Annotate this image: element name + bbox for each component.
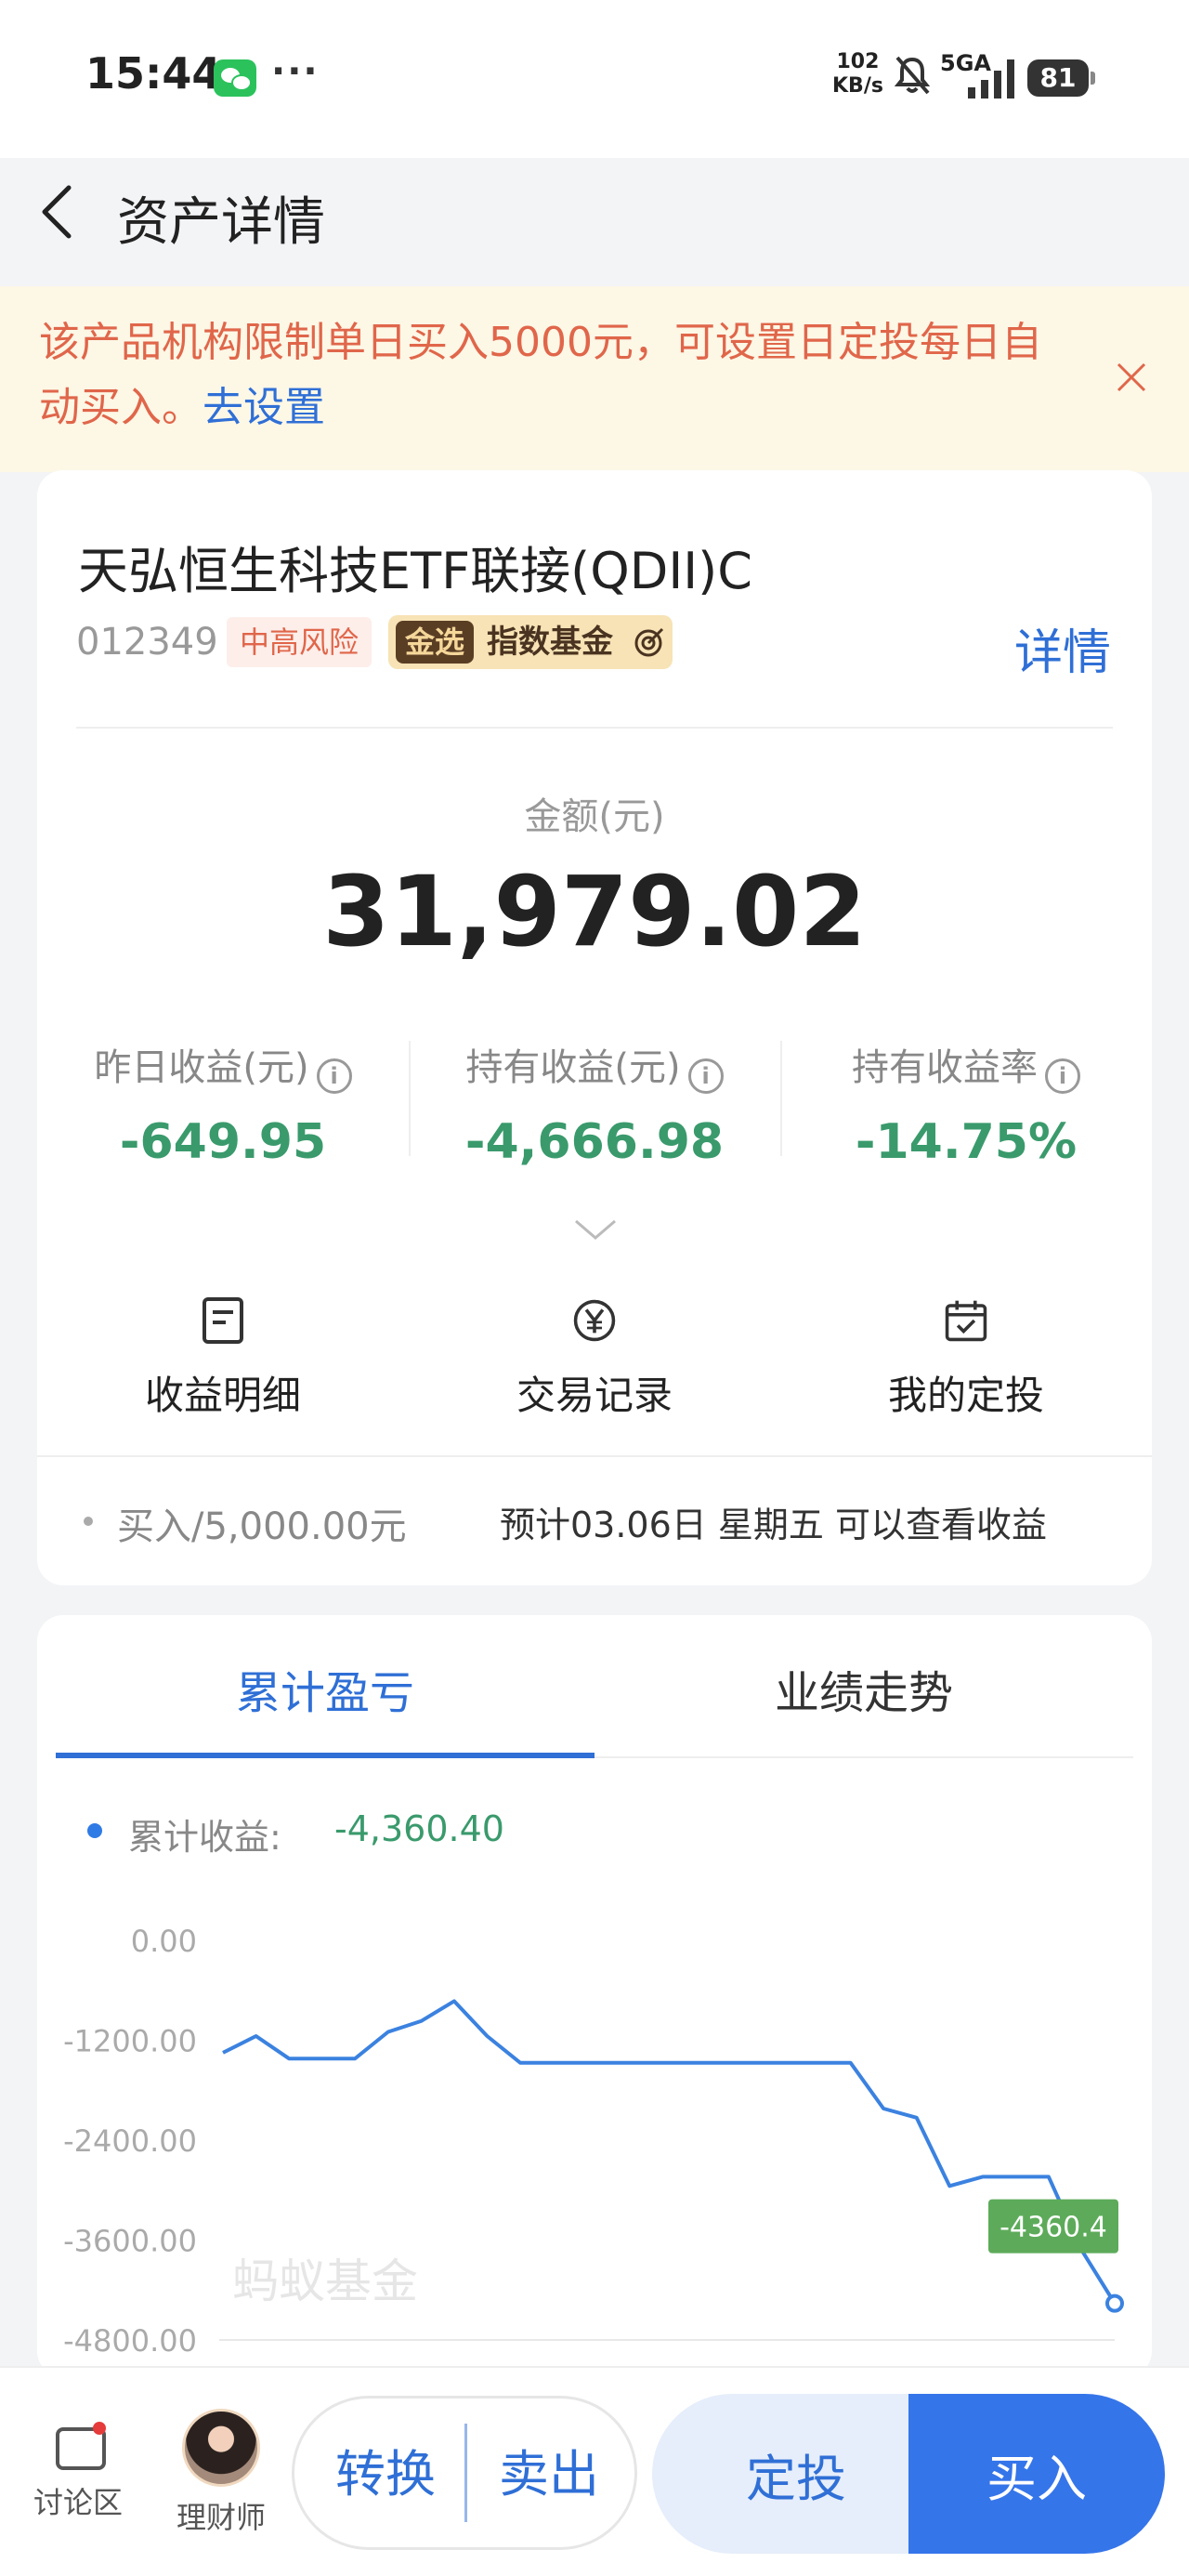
metric-holding-rate: 持有收益率 i -14.75% (780, 1037, 1152, 1170)
y-tick-label: 0.00 (131, 1924, 197, 1959)
fund-detail-link[interactable]: 详情 (1014, 613, 1111, 683)
pending-transaction-note: 预计03.06日 星期五 可以查看收益 (500, 1505, 1047, 1545)
notice-settings-link[interactable]: 去设置 (203, 384, 325, 431)
gold-select-badge: 金选 指数基金 (388, 615, 673, 669)
more-notifications-icon: ··· (271, 50, 320, 93)
calendar-icon (945, 1300, 987, 1342)
document-icon (203, 1297, 243, 1344)
chevron-down-icon[interactable] (572, 1216, 619, 1243)
legend-dot (87, 1823, 102, 1838)
metric-yesterday-income: 昨日收益(元) i -649.95 (37, 1037, 409, 1170)
wechat-notification-icon (214, 59, 256, 97)
advisor-button[interactable]: 理财师 (163, 2409, 279, 2537)
battery-indicator: 81 (1027, 59, 1095, 97)
info-icon[interactable]: i (1045, 1058, 1080, 1094)
target-icon (634, 627, 664, 657)
pending-transaction[interactable]: 买入/5,000.00元 (117, 1496, 407, 1550)
close-icon[interactable] (1115, 361, 1148, 394)
bell-muted-icon (894, 56, 931, 95)
cumulative-pnl-chart[interactable]: 蚂蚁基金 0.00 -1200.00 -2400.00 -3600.00 -4800.00… (37, 1896, 1152, 2360)
tab-active-indicator (56, 1753, 594, 1758)
risk-badge: 中高风险 (227, 617, 372, 667)
amount-value: 31,979.02 (322, 855, 867, 968)
chat-icon (52, 2422, 106, 2470)
notice-text: 该产品机构限制单日买入5000元，可设置日定投每日自动买入。去设置 (39, 319, 1042, 431)
y-tick-label: -1200.00 (63, 2024, 197, 2059)
status-time: 15:44 (85, 48, 222, 99)
divider (76, 727, 1113, 729)
my-fixed-investment-button[interactable]: 我的定投 (827, 1295, 1105, 1421)
income-detail-button[interactable]: 收益明细 (84, 1295, 362, 1421)
discussion-button[interactable]: 讨论区 (22, 2412, 134, 2522)
y-tick-label: -2400.00 (63, 2123, 197, 2159)
info-icon[interactable]: i (687, 1058, 724, 1094)
y-tick-label: -4800.00 (63, 2323, 197, 2359)
page-title: 资产详情 (117, 192, 325, 253)
buy-button[interactable]: 买入 (908, 2394, 1165, 2554)
sell-button[interactable]: 卖出 (470, 2433, 628, 2506)
y-tick-label: -3600.00 (63, 2224, 197, 2259)
fund-code: 012349 (76, 621, 218, 664)
info-icon[interactable]: i (316, 1058, 352, 1094)
fixed-invest-button[interactable]: 定投 (652, 2394, 940, 2554)
legend-value: -4,360.40 (334, 1808, 504, 1849)
back-arrow-icon[interactable] (37, 182, 78, 242)
avatar (182, 2409, 260, 2487)
amount-label: 金额(元) (524, 795, 665, 838)
divider (464, 2424, 467, 2522)
signal-strength-icon (968, 59, 1014, 99)
badge-prefix: 金选 (396, 621, 475, 664)
badge-text: 指数基金 (487, 624, 613, 661)
network-speed: 102 KB/s (832, 50, 883, 98)
legend-label: 累计收益: (128, 1817, 281, 1858)
fund-name: 天弘恒生科技ETF联接(QDII)C (78, 542, 752, 600)
bullet-dot (84, 1517, 93, 1526)
chart-watermark: 蚂蚁基金 (232, 2254, 418, 2308)
metric-holding-income: 持有收益(元) i -4,666.98 (464, 1046, 725, 1170)
tab-performance-trend[interactable]: 业绩走势 (594, 1656, 1133, 1721)
end-point-marker (1105, 2293, 1124, 2313)
yen-icon (573, 1299, 616, 1342)
end-value-label: -4360.4 (1000, 2212, 1107, 2244)
convert-button[interactable]: 转换 (307, 2433, 464, 2506)
divider (37, 1455, 1152, 1457)
tab-cumulative-pnl[interactable]: 累计盈亏 (56, 1656, 594, 1721)
transaction-record-button[interactable]: 交易记录 (455, 1295, 734, 1421)
